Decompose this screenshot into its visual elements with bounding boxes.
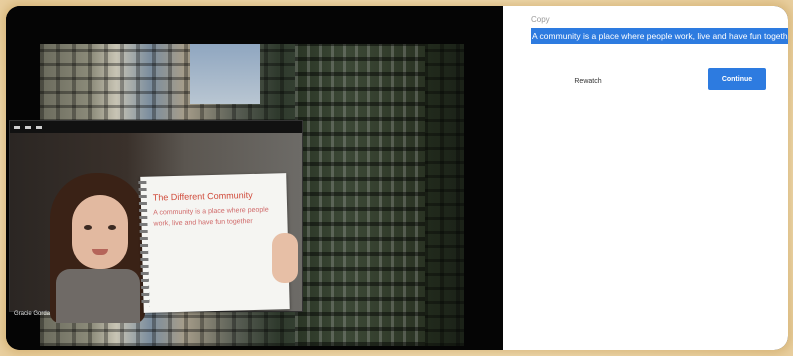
notebook-line-1: A community is a place where people — [153, 206, 269, 217]
shirt — [56, 269, 140, 323]
copy-text-field[interactable]: A community is a place where people work… — [531, 28, 788, 44]
participant-person — [50, 173, 145, 323]
notebook: The Different Community A community is a… — [138, 173, 290, 313]
participant-video-tile[interactable]: The Different Community A community is a… — [9, 120, 303, 323]
grid-icon[interactable] — [25, 125, 31, 129]
hand — [272, 233, 298, 283]
tile-toolbar — [10, 121, 302, 133]
copy-label: Copy — [531, 15, 550, 24]
participant-camera-feed: The Different Community A community is a… — [10, 133, 302, 323]
notebook-line-2: work, live and have fun together — [153, 218, 253, 228]
background-building — [295, 44, 425, 346]
left-eye — [84, 225, 92, 230]
main-video-pane: The Different Community A community is a… — [6, 6, 503, 350]
participant-name-label: Gracie Gorda — [14, 311, 51, 317]
right-eye — [108, 225, 116, 230]
mouth — [92, 249, 108, 255]
minimize-icon[interactable] — [14, 125, 20, 129]
continue-button[interactable]: Continue — [708, 68, 766, 90]
rewatch-button[interactable]: Rewatch — [563, 70, 613, 92]
face — [72, 195, 128, 269]
copy-panel: Copy A community is a place where people… — [503, 6, 788, 350]
menu-icon[interactable] — [36, 125, 42, 129]
screen-frame: The Different Community A community is a… — [6, 6, 788, 350]
notebook-title: The Different Community — [152, 190, 253, 203]
background-sky — [190, 44, 260, 104]
